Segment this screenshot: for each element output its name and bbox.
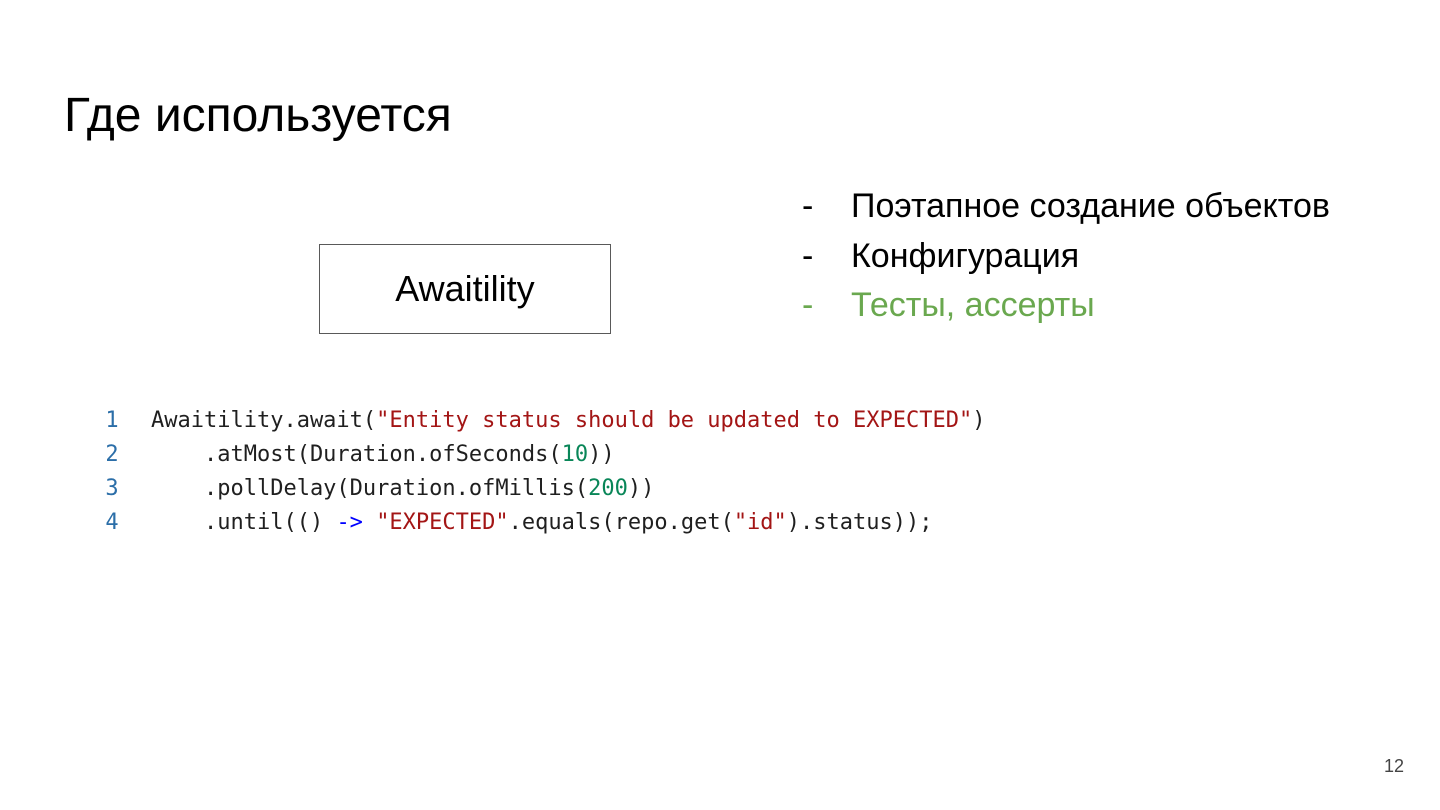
bullet-item: - Конфигурация xyxy=(802,232,1330,282)
code-token: ) xyxy=(972,408,986,433)
bullet-text: Тесты, ассерты xyxy=(851,286,1095,324)
line-number: 1 xyxy=(105,408,119,433)
code-string: "Entity status should be updated to EXPE… xyxy=(376,408,973,433)
code-line: 4 .until(() -> "EXPECTED".equals(repo.ge… xyxy=(100,506,985,540)
code-number: 10 xyxy=(561,442,589,467)
code-token: .pollDelay(Duration.ofMillis( xyxy=(151,476,589,501)
bullet-item: - Поэтапное создание объектов xyxy=(802,182,1330,232)
line-number: 4 xyxy=(105,510,119,535)
code-string: "EXPECTED" xyxy=(376,510,509,535)
code-number: 200 xyxy=(588,476,628,501)
code-token: .equals(repo.get( xyxy=(508,510,734,535)
awaitility-box-label: Awaitility xyxy=(395,268,535,309)
bullet-text: Конфигурация xyxy=(851,236,1080,275)
code-token: .until(() xyxy=(151,510,337,535)
code-line: 2 .atMost(Duration.ofSeconds(10)) xyxy=(100,438,985,472)
bullet-item: - Тесты, ассерты xyxy=(802,281,1330,331)
bullet-dash: - xyxy=(802,236,814,275)
line-number: 2 xyxy=(105,442,119,467)
code-operator: -> xyxy=(336,510,363,535)
bullet-list: - Поэтапное создание объектов - Конфигурац… xyxy=(802,182,1330,331)
code-token: )) xyxy=(588,442,615,467)
code-token: )) xyxy=(627,476,655,501)
bullet-dash: - xyxy=(802,187,814,225)
page-number: 12 xyxy=(1384,756,1405,776)
code-block: 1 Awaitility.await("Entity status should … xyxy=(100,404,985,540)
awaitility-box: Awaitility xyxy=(319,244,611,334)
code-string: "id" xyxy=(733,510,787,535)
code-line: 1 Awaitility.await("Entity status should … xyxy=(100,404,985,438)
slide-title: Где используется xyxy=(64,89,452,142)
line-number: 3 xyxy=(105,476,119,501)
code-line: 3 .pollDelay(Duration.ofMillis(200)) xyxy=(100,472,985,506)
code-token: Awaitility.await( xyxy=(151,408,377,433)
bullet-text: Поэтапное создание объектов xyxy=(851,187,1330,225)
code-token: .atMost(Duration.ofSeconds( xyxy=(151,442,562,467)
code-token: ).status)); xyxy=(786,510,933,535)
bullet-dash: - xyxy=(802,286,814,324)
